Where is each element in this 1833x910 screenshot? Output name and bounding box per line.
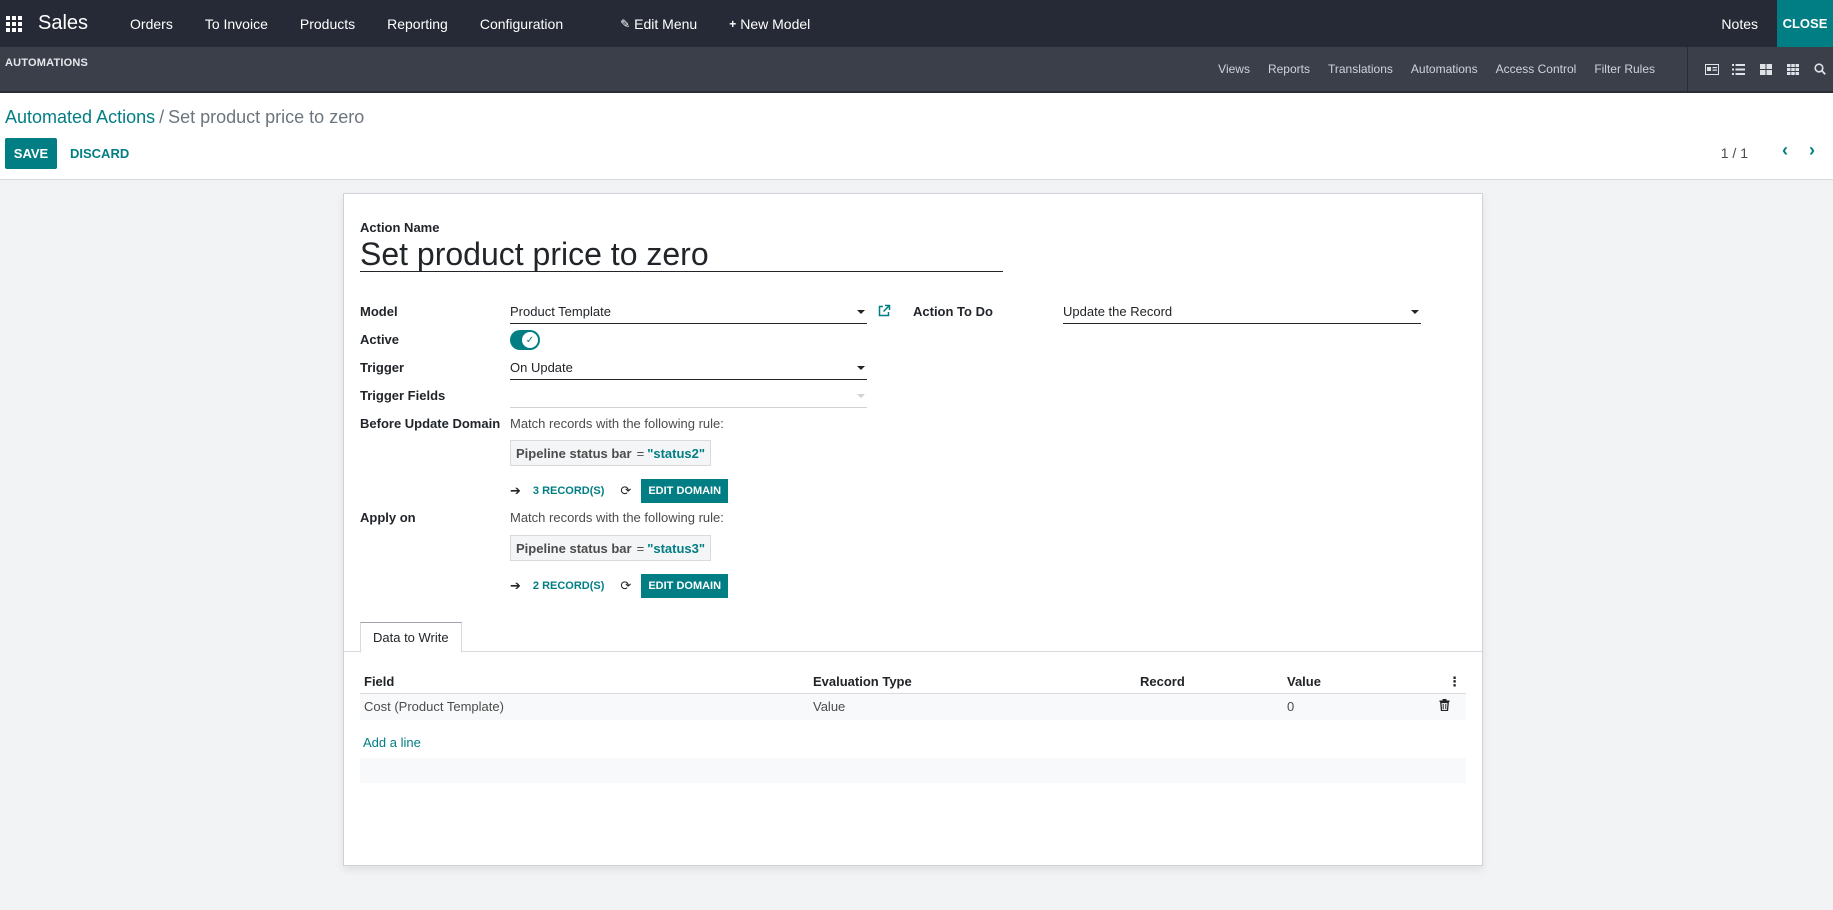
studio-tab-translations[interactable]: Translations: [1328, 62, 1393, 76]
studio-subbar: AUTOMATIONS Views Reports Translations A…: [0, 47, 1833, 93]
edit-menu-label: Edit Menu: [634, 15, 698, 32]
breadcrumb-separator: /: [159, 107, 165, 127]
arrow-right-icon: ➔: [510, 483, 521, 498]
action-name-input[interactable]: Set product price to zero: [360, 236, 1003, 272]
trigger-value: On Update: [510, 360, 573, 375]
optional-columns-icon[interactable]: ⋮: [1448, 674, 1461, 690]
model-label: Model: [360, 304, 398, 319]
row-value[interactable]: 0: [1287, 699, 1294, 714]
before-domain-field: Pipeline status bar: [516, 445, 632, 461]
apply-on-label: Apply on: [360, 510, 416, 525]
studio-tab-filter-rules[interactable]: Filter Rules: [1594, 62, 1655, 76]
trigger-fields-select[interactable]: [510, 388, 867, 408]
apply-domain-actions: ➔ 2 RECORD(S) ⟳ EDIT DOMAIN: [510, 574, 729, 598]
pencil-icon: ✎: [620, 16, 631, 31]
grid-view-icon[interactable]: [1779, 63, 1806, 75]
apply-edit-domain-button[interactable]: EDIT DOMAIN: [641, 574, 729, 598]
apply-domain-operator: =: [636, 540, 645, 556]
action-to-do-select[interactable]: Update the Record: [1063, 304, 1421, 324]
active-label: Active: [360, 332, 400, 347]
before-edit-domain-button[interactable]: EDIT DOMAIN: [641, 479, 729, 503]
row-evaluation-type[interactable]: Value: [813, 699, 845, 714]
menu-configuration[interactable]: Configuration: [464, 0, 579, 47]
table-header: Field Evaluation Type Record Value ⋮: [360, 670, 1466, 694]
apps-menu-icon[interactable]: [1, 0, 27, 47]
studio-tab-reports[interactable]: Reports: [1268, 62, 1310, 76]
refresh-icon[interactable]: ⟳: [620, 483, 631, 499]
search-icon[interactable]: [1806, 63, 1833, 75]
external-link-icon[interactable]: [877, 304, 891, 321]
menu-orders[interactable]: Orders: [114, 0, 189, 47]
trigger-fields-label: Trigger Fields: [360, 388, 446, 403]
before-domain-actions: ➔ 3 RECORD(S) ⟳ EDIT DOMAIN: [510, 479, 729, 503]
refresh-icon[interactable]: ⟳: [620, 578, 631, 594]
notebook-tabs: Data to Write: [344, 622, 1482, 653]
menu-reporting[interactable]: Reporting: [371, 0, 464, 47]
menu-products[interactable]: Products: [284, 0, 371, 47]
studio-tab-access-control[interactable]: Access Control: [1496, 62, 1577, 76]
close-studio-button[interactable]: CLOSE: [1777, 0, 1833, 47]
before-rule-text: Match records with the following rule:: [510, 416, 724, 431]
apply-records-link[interactable]: 2 RECORD(S): [533, 580, 605, 592]
action-to-do-label: Action To Do: [913, 304, 993, 319]
action-to-do-value: Update the Record: [1063, 304, 1173, 319]
plus-icon: +: [729, 16, 737, 31]
arrow-right-icon: ➔: [510, 578, 521, 593]
apply-domain-field: Pipeline status bar: [516, 540, 632, 556]
trigger-label: Trigger: [360, 360, 405, 375]
before-domain-value: "status2": [647, 445, 706, 461]
pager-previous-icon[interactable]: ‹: [1782, 140, 1788, 161]
checkmark-icon: ✓: [522, 332, 538, 348]
column-header-field[interactable]: Field: [364, 674, 394, 689]
tab-data-to-write[interactable]: Data to Write: [360, 622, 462, 653]
apply-domain-condition: Pipeline status bar = "status3": [510, 535, 712, 561]
discard-button[interactable]: DISCARD: [70, 138, 129, 169]
new-model-button[interactable]: + New Model: [713, 0, 826, 47]
active-toggle[interactable]: ✓: [510, 330, 540, 350]
column-header-evaluation-type[interactable]: Evaluation Type: [813, 674, 912, 689]
model-select[interactable]: Product Template: [510, 304, 867, 324]
apply-domain-value: "status3": [647, 540, 706, 556]
apply-rule-text: Match records with the following rule:: [510, 510, 724, 525]
chevron-down-icon: [857, 310, 865, 314]
table-row[interactable]: Cost (Product Template) Value 0: [360, 694, 1466, 720]
breadcrumb: Automated Actions / Set product price to z…: [5, 107, 364, 128]
data-to-write-table: Field Evaluation Type Record Value ⋮ Cos…: [360, 670, 1466, 720]
list-view-icon[interactable]: [1725, 63, 1752, 75]
action-name-label: Action Name: [360, 220, 440, 235]
studio-section-title: AUTOMATIONS: [5, 57, 89, 69]
chevron-down-icon: [857, 394, 865, 398]
menu-to-invoice[interactable]: To Invoice: [189, 0, 284, 47]
column-header-value[interactable]: Value: [1287, 674, 1321, 689]
chevron-down-icon: [1411, 310, 1419, 314]
column-header-record[interactable]: Record: [1140, 674, 1185, 689]
breadcrumb-parent-link[interactable]: Automated Actions: [5, 107, 155, 127]
app-brand[interactable]: Sales: [38, 12, 88, 35]
control-panel: Automated Actions / Set product price to z…: [0, 93, 1833, 180]
edit-menu-button[interactable]: ✎ Edit Menu: [604, 0, 713, 47]
before-update-domain-label: Before Update Domain: [360, 416, 501, 431]
main-navbar: Sales Orders To Invoice Products Reporti…: [0, 0, 1833, 47]
new-model-label: New Model: [740, 15, 811, 32]
trigger-select[interactable]: On Update: [510, 360, 867, 380]
form-sheet: Action Name Set product price to zero Mo…: [343, 193, 1483, 866]
before-domain-condition: Pipeline status bar = "status2": [510, 440, 712, 466]
model-value: Product Template: [510, 304, 611, 319]
add-line-link[interactable]: Add a line: [363, 735, 421, 750]
empty-table-row: [360, 758, 1466, 783]
before-domain-operator: =: [636, 445, 645, 461]
studio-tab-automations[interactable]: Automations: [1411, 62, 1478, 76]
kanban-view-icon[interactable]: [1752, 63, 1779, 75]
form-view-icon[interactable]: [1698, 63, 1725, 75]
pager-next-icon[interactable]: ›: [1809, 140, 1815, 161]
row-field[interactable]: Cost (Product Template): [364, 699, 504, 714]
before-records-link[interactable]: 3 RECORD(S): [533, 485, 605, 497]
trash-icon[interactable]: [1439, 699, 1450, 714]
notes-button[interactable]: Notes: [1702, 0, 1777, 47]
pager-value[interactable]: 1 / 1: [1721, 145, 1748, 161]
chevron-down-icon: [857, 366, 865, 370]
breadcrumb-current: Set product price to zero: [168, 107, 365, 127]
studio-tab-views[interactable]: Views: [1218, 62, 1250, 76]
save-button[interactable]: SAVE: [5, 138, 57, 169]
